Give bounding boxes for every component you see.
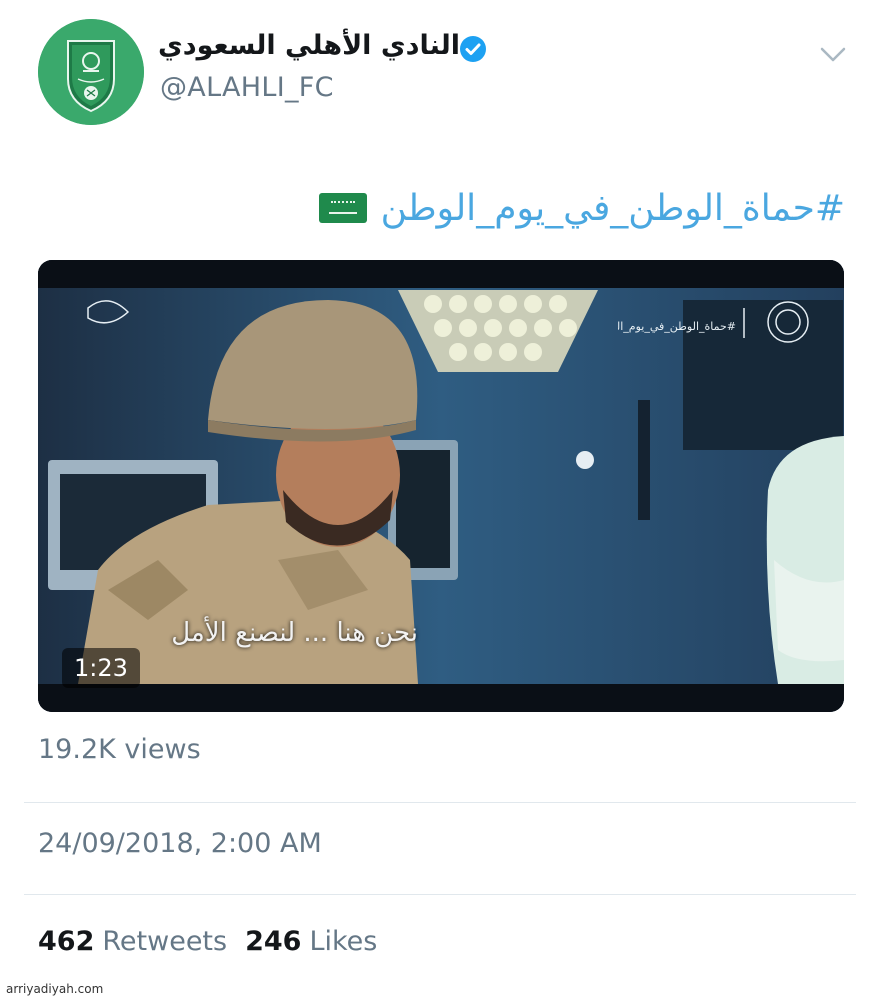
hashtag-link[interactable]: #حماة_الوطن_في_يوم_الوطن	[381, 188, 845, 229]
al-ahli-club-crest-icon	[38, 19, 144, 125]
likes-label: Likes	[309, 926, 378, 957]
verified-badge-icon	[460, 36, 486, 62]
saudi-flag-icon	[318, 193, 367, 223]
retweets-label: Retweets	[102, 926, 228, 957]
likes-count: 246	[245, 926, 302, 957]
account-display-name[interactable]: النادي الأهلي السعودي	[158, 30, 460, 70]
retweets-count: 462	[38, 926, 95, 957]
avatar[interactable]	[38, 19, 144, 125]
tweet-text: #حماة_الوطن_في_يوم_الوطن	[300, 182, 845, 234]
engagement-stats: 462 Retweets 246 Likes	[38, 926, 377, 957]
tweet-timestamp[interactable]: 24/09/2018, 2:00 AM	[38, 828, 322, 859]
video-player[interactable]: #حماة_الوطن_في_يوم_الوطن نحن هنا ... لنص…	[38, 260, 844, 712]
divider	[24, 802, 856, 803]
video-overlay-tag: #حماة_الوطن_في_يوم_الوطن	[618, 320, 736, 333]
video-duration-badge: 1:23	[62, 648, 140, 688]
video-subtitle: نحن هنا ... لنصنع الأمل	[171, 618, 418, 648]
account-handle[interactable]: @ALAHLI_FC	[160, 72, 334, 103]
likes-stat[interactable]: 246 Likes	[245, 926, 377, 957]
chevron-down-icon[interactable]	[818, 42, 848, 66]
view-count[interactable]: 19.2K views	[38, 734, 201, 765]
divider	[24, 894, 856, 895]
tweet-header: النادي الأهلي السعودي @ALAHLI_FC	[0, 0, 882, 130]
site-watermark: arriyadiyah.com	[6, 982, 104, 996]
retweets-stat[interactable]: 462 Retweets	[38, 926, 227, 957]
